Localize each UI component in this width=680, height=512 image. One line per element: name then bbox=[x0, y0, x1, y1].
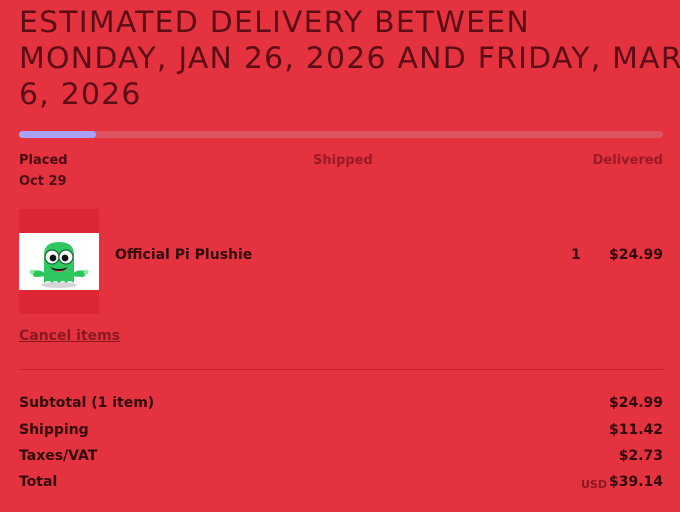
subtotal-value: $24.99 bbox=[608, 395, 663, 411]
summary-subtotal-row: Subtotal (1 item) $24.99 bbox=[19, 395, 663, 415]
shipping-label: Shipping bbox=[19, 422, 89, 438]
item-quantity: 1 bbox=[571, 247, 581, 263]
step-shipped-label: Shipped bbox=[313, 153, 373, 168]
shipping-value: $11.42 bbox=[608, 422, 663, 438]
step-placed-label: Placed bbox=[19, 153, 68, 168]
taxes-label: Taxes/VAT bbox=[19, 448, 98, 464]
step-delivered-label: Delivered bbox=[592, 153, 663, 168]
step-placed: Placed Oct 29 bbox=[19, 150, 68, 192]
plush-toy-icon bbox=[19, 233, 99, 290]
taxes-value: $2.73 bbox=[618, 448, 663, 464]
delivery-progress-fill bbox=[19, 131, 97, 138]
step-shipped: Shipped bbox=[313, 150, 373, 171]
cancel-items-link[interactable]: Cancel items bbox=[19, 328, 120, 344]
item-price: $24.99 bbox=[608, 247, 663, 263]
item-thumbnail[interactable] bbox=[19, 209, 99, 314]
total-label: Total bbox=[19, 474, 58, 490]
item-name[interactable]: Official Pi Plushie bbox=[115, 247, 252, 263]
step-placed-date: Oct 29 bbox=[19, 174, 67, 189]
summary-shipping-row: Shipping $11.42 bbox=[19, 422, 663, 442]
summary-divider bbox=[19, 369, 663, 370]
summary-taxes-row: Taxes/VAT $2.73 bbox=[19, 448, 663, 468]
green-plush-toy-image bbox=[19, 233, 99, 290]
subtotal-label: Subtotal (1 item) bbox=[19, 395, 155, 411]
delivery-estimate-heading: ESTIMATED DELIVERY BETWEEN MONDAY, JAN 2… bbox=[19, 5, 680, 111]
summary-total-row: Total USD $39.14 bbox=[19, 474, 663, 494]
currency-code: USD bbox=[581, 478, 607, 491]
step-delivered: Delivered bbox=[593, 150, 663, 171]
total-value: $39.14 bbox=[608, 474, 663, 490]
delivery-progress-bar bbox=[19, 131, 663, 138]
